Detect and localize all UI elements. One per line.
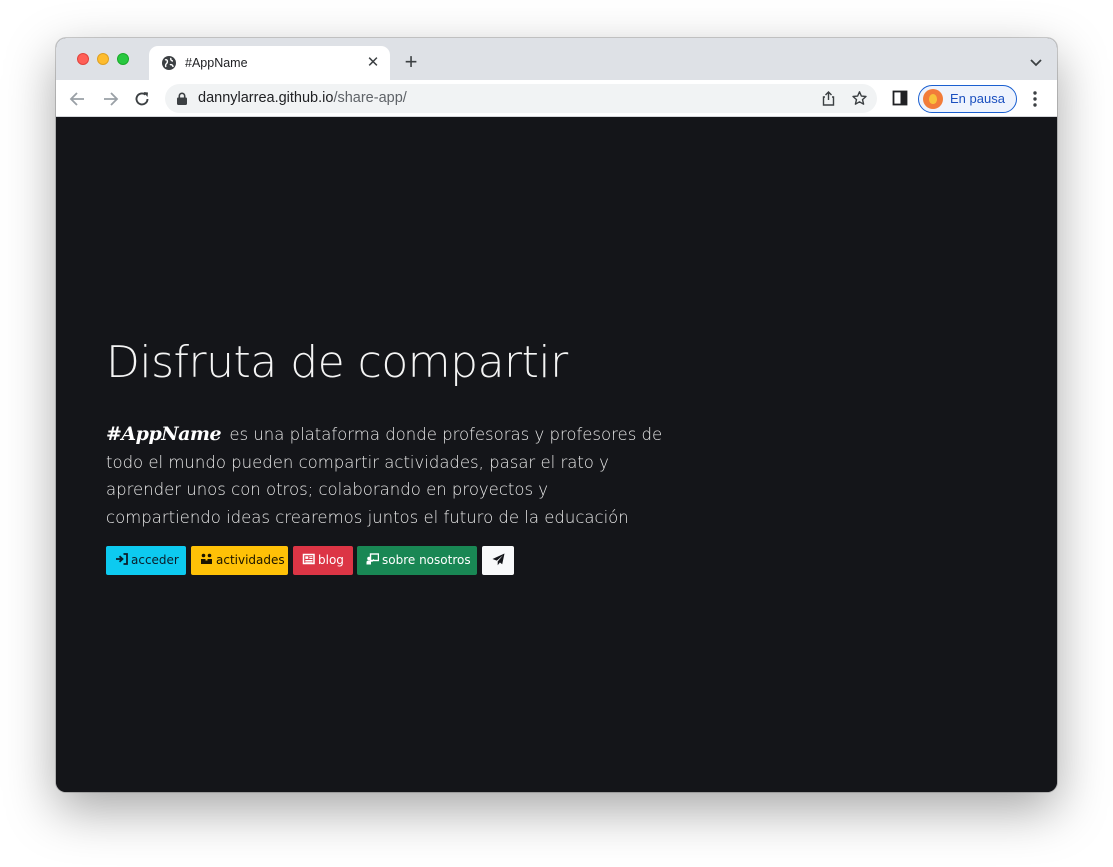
page-content: Disfruta de compartir #AppName es una pl… [56,117,1057,792]
lock-icon[interactable] [176,92,188,105]
newspaper-icon [302,553,315,565]
avatar [923,89,943,109]
url-host: dannylarrea.github.io [198,90,334,106]
close-icon[interactable]: ✕ [364,54,382,72]
acceder-button[interactable]: acceder [106,546,186,575]
zoom-window-button[interactable] [117,53,129,65]
star-icon[interactable] [851,90,868,107]
browser-window: #AppName ✕ + dannylarrea.github.io/share… [56,38,1057,792]
plus-icon[interactable]: + [401,51,421,73]
side-panel-icon[interactable] [892,90,908,106]
kebab-menu-icon[interactable] [1027,90,1043,108]
acceder-label: acceder [131,553,179,567]
blog-label: blog [318,553,344,567]
tab-strip: #AppName ✕ + [56,38,1057,80]
address-bar[interactable]: dannylarrea.github.io/share-app/ [165,84,877,113]
chalkboard-teacher-icon [366,553,379,565]
profile-button[interactable]: En pausa [918,85,1017,113]
send-button[interactable] [482,546,514,575]
back-arrow-icon[interactable] [68,89,88,109]
url-text: dannylarrea.github.io/share-app/ [198,90,407,107]
hero-description: #AppName es una plataforma donde profeso… [106,421,666,531]
forward-arrow-icon[interactable] [100,89,120,109]
sign-in-icon [116,553,128,565]
reload-icon[interactable] [132,89,152,109]
browser-toolbar: dannylarrea.github.io/share-app/ En paus… [56,80,1057,117]
close-window-button[interactable] [77,53,89,65]
profile-status: En pausa [950,91,1005,106]
sobre-nosotros-label: sobre nosotros [382,553,471,567]
sobre-nosotros-button[interactable]: sobre nosotros [357,546,477,575]
tab-active[interactable]: #AppName ✕ [149,46,390,80]
url-path: /share-app/ [333,90,407,106]
brand-name: #AppName [106,423,222,445]
actividades-label: actividades [216,553,285,567]
page-title: Disfruta de compartir [106,337,568,388]
minimize-window-button[interactable] [97,53,109,65]
paper-plane-icon [492,553,504,566]
blog-button[interactable]: blog [293,546,353,575]
actividades-button[interactable]: actividades [191,546,288,575]
globe-icon [162,56,176,70]
tab-title: #AppName [185,56,248,70]
chevron-down-icon[interactable] [1029,55,1043,69]
share-icon[interactable] [820,90,837,107]
users-icon [201,553,212,564]
